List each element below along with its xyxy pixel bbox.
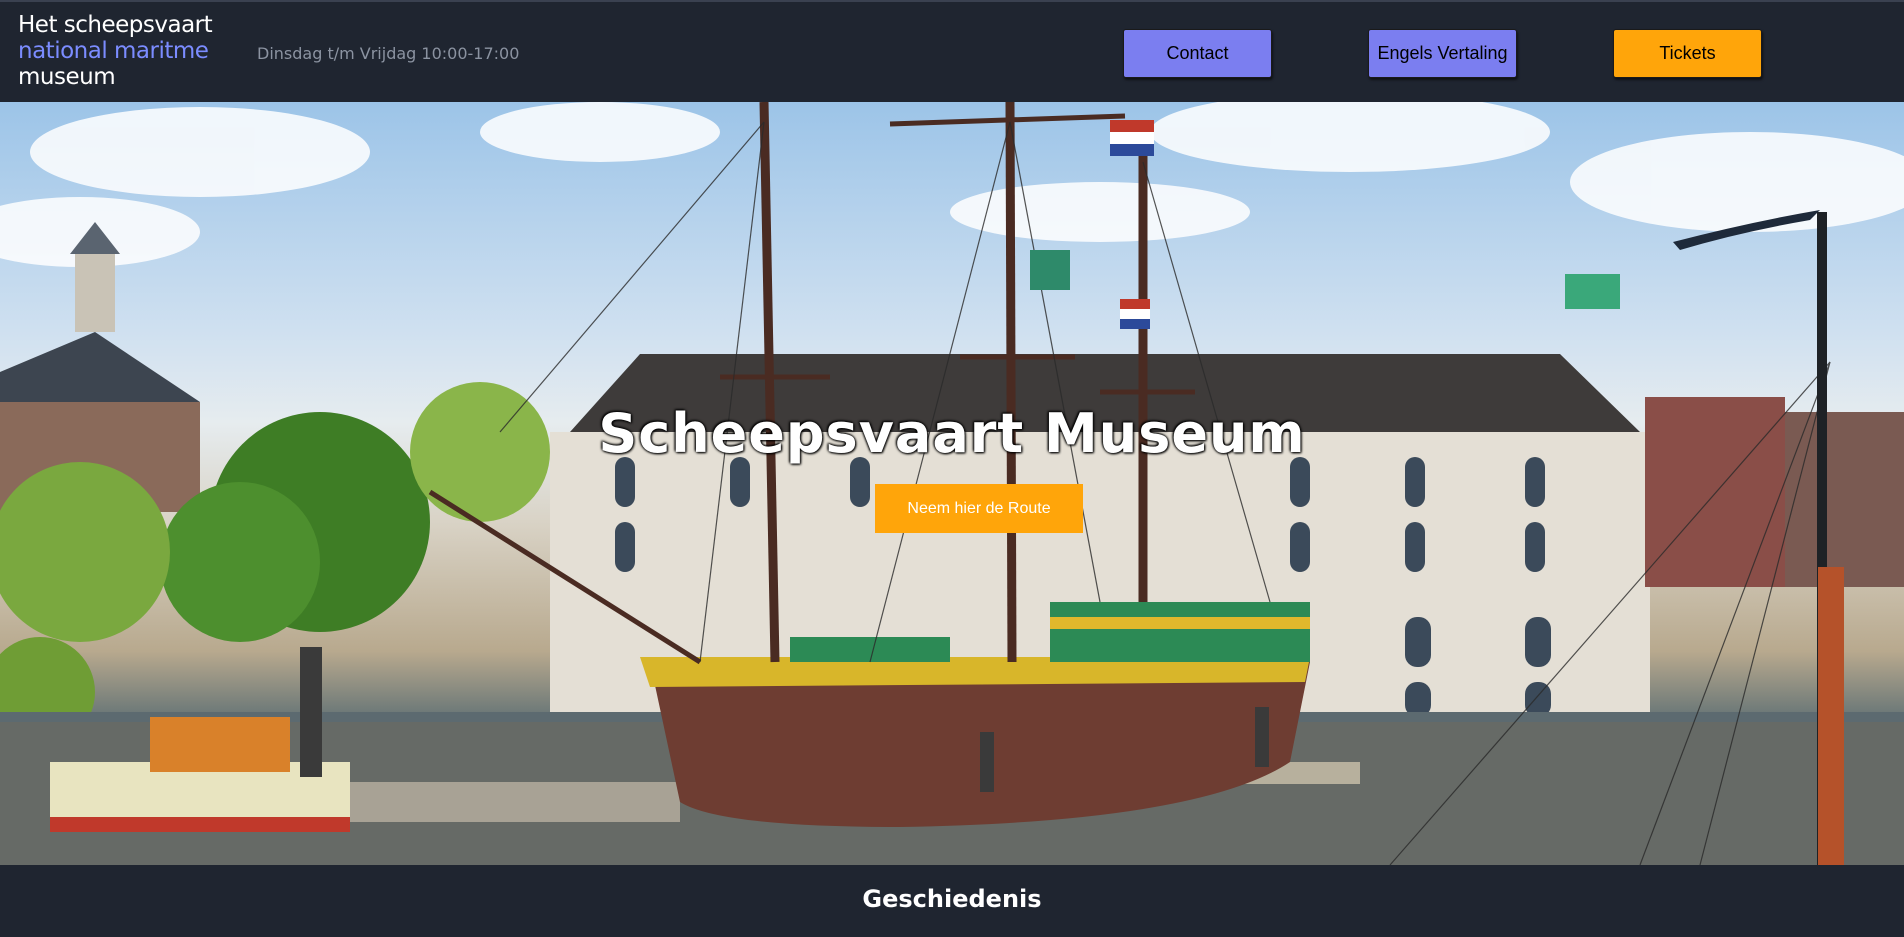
english-translation-button[interactable]: Engels Vertaling (1368, 29, 1517, 78)
hero-section: Scheepsvaart Museum Neem hier de Route (0, 102, 1904, 865)
hero-title: Scheepsvaart Museum (598, 402, 1306, 465)
logo-line-2: national maritme (18, 38, 209, 64)
opening-hours: Dinsdag t/m Vrijdag 10:00-17:00 (257, 44, 520, 63)
tickets-button[interactable]: Tickets (1613, 29, 1762, 78)
logo-line-3: museum (18, 64, 116, 90)
contact-button[interactable]: Contact (1123, 29, 1272, 78)
museum-logo[interactable]: Het scheepsvaart national maritme museum (18, 12, 213, 90)
logo-line-1: Het scheepsvaart (18, 12, 213, 38)
site-header: Het scheepsvaart national maritme museum… (0, 0, 1904, 102)
route-button[interactable]: Neem hier de Route (875, 484, 1083, 533)
history-section-header: Geschiedenis (0, 865, 1904, 937)
history-heading: Geschiedenis (862, 885, 1042, 913)
